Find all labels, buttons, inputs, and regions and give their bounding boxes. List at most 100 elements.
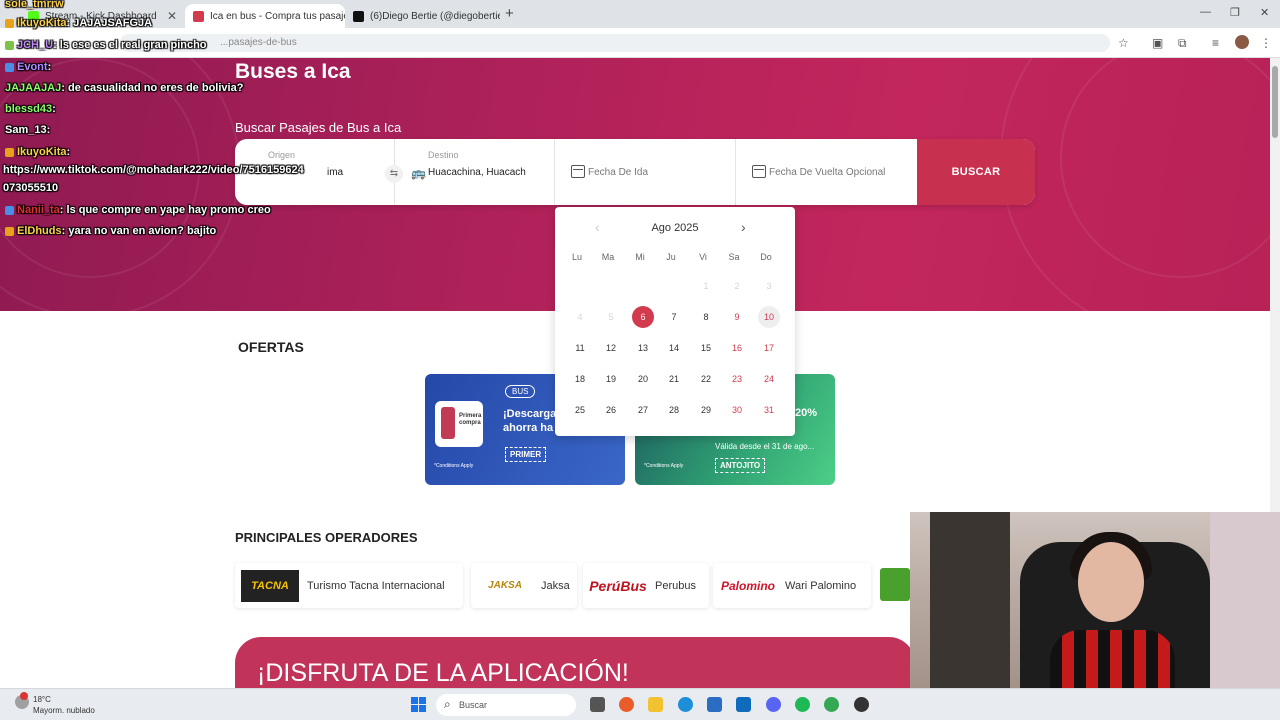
calendar-day[interactable]: 12 — [600, 337, 622, 359]
taskbar-search[interactable]: Buscar — [436, 694, 576, 716]
calendar-day[interactable]: 26 — [600, 399, 622, 421]
chat-line: blessd43: — [5, 103, 56, 115]
calendar-icon — [571, 165, 585, 178]
page-title: Buses a Ica — [235, 60, 351, 83]
perubus-logo: PerúBus — [589, 577, 647, 594]
calendar-month: Ago 2025 — [651, 222, 699, 234]
calendar-day[interactable]: 21 — [663, 368, 685, 390]
next-month-icon[interactable]: › — [741, 219, 746, 235]
return-date-field[interactable]: Fecha De Vuelta Opcional — [736, 139, 917, 205]
extensions-icon[interactable]: ⧉ — [1178, 36, 1187, 51]
avatar[interactable] — [1235, 35, 1249, 49]
promo-text: ¡Descarga ahorra ha — [503, 408, 557, 434]
calendar-day[interactable]: 24 — [758, 368, 780, 390]
promo-badge: BUS — [505, 385, 536, 398]
calendar-day: 1 — [703, 281, 709, 291]
window-close-icon[interactable]: ✕ — [1260, 6, 1269, 19]
calendar-day[interactable]: 8 — [695, 306, 717, 328]
discord-icon[interactable] — [766, 697, 781, 712]
start-icon[interactable] — [411, 697, 426, 712]
calendar-day[interactable]: 19 — [600, 368, 622, 390]
calendar-day[interactable]: 23 — [726, 368, 748, 390]
weekday-label: Vi — [699, 252, 707, 262]
edge-icon[interactable] — [678, 697, 693, 712]
weekday-label: Sa — [728, 252, 740, 262]
promo-code[interactable]: ANTOJITO — [715, 458, 766, 473]
operator-palomino[interactable]: Palomino Wari Palomino — [713, 563, 871, 608]
scrollbar-thumb[interactable] — [1272, 66, 1278, 138]
operators-heading: PRINCIPALES OPERADORES — [235, 530, 418, 545]
calendar-day[interactable]: 17 — [758, 337, 780, 359]
chat-line: IkuyoKita: JAJAJSAFGJA — [5, 17, 152, 29]
weather-widget[interactable]: 18°C Mayorm. nublado — [33, 694, 95, 716]
tab-tiktok[interactable]: (6)Diego Bertie (@diegobertie ✕ — [345, 4, 500, 28]
operator-logo-partial[interactable] — [880, 568, 910, 601]
calendar-day[interactable]: 18 — [569, 368, 591, 390]
close-icon[interactable]: ✕ — [167, 9, 177, 23]
calendar-day: 2 — [734, 281, 740, 291]
screen: Stream - Kick Dashboard ✕ Ica en bus - C… — [0, 0, 1280, 720]
notification-badge — [20, 692, 28, 700]
taskview-icon[interactable] — [590, 697, 605, 712]
departure-date-field[interactable]: Fecha De Ida — [555, 139, 736, 205]
search-form: Origen ima ⇆ Destino 🚌 Huacachina, Huaca… — [235, 139, 1035, 205]
store-icon[interactable] — [707, 697, 722, 712]
spotify-icon[interactable] — [795, 697, 810, 712]
chrome-icon[interactable] — [824, 697, 839, 712]
promo-code[interactable]: PRIMER — [505, 447, 547, 462]
calendar-day[interactable]: 14 — [663, 337, 685, 359]
star-icon[interactable]: ☆ — [1118, 36, 1129, 50]
tab-ica-bus[interactable]: Ica en bus - Compra tus pasaje ✕ — [185, 4, 345, 28]
screen-icon[interactable]: ▣ — [1152, 36, 1163, 50]
maximize-icon[interactable]: ❐ — [1230, 6, 1240, 19]
chat-line: 073055510 — [3, 182, 59, 194]
calendar-day[interactable]: 29 — [695, 399, 717, 421]
calendar-day[interactable]: 27 — [632, 399, 654, 421]
calendar-day[interactable]: 6 — [632, 306, 654, 328]
outlook-icon[interactable] — [736, 697, 751, 712]
minimize-icon[interactable]: — — [1200, 6, 1211, 18]
ofertas-heading: OFERTAS — [238, 339, 304, 355]
calendar-day[interactable]: 31 — [758, 399, 780, 421]
weekday-label: Ma — [601, 252, 615, 262]
weekday-label: Do — [760, 252, 772, 262]
new-tab-button[interactable]: + — [505, 5, 514, 22]
calendar-day[interactable]: 10 — [758, 306, 780, 328]
operator-tacna[interactable]: TACNA Turismo Tacna Internacional — [235, 563, 463, 608]
chat-line: IkuyoKita: — [5, 146, 70, 158]
calendar-day[interactable]: 13 — [632, 337, 654, 359]
site-icon — [193, 10, 204, 22]
calendar-day[interactable]: 28 — [663, 399, 685, 421]
bus-icon: 🚌 — [411, 166, 426, 180]
weekday-label: Ju — [666, 252, 676, 262]
weekday-label: Mi — [635, 252, 645, 262]
search-button[interactable]: BUSCAR — [917, 139, 1035, 205]
url-field[interactable]: ...pasajes-de-bus — [120, 34, 1110, 52]
chat-line: Sam_13: — [5, 124, 51, 136]
search-heading: Buscar Pasajes de Bus a Ica — [235, 120, 402, 135]
operator-jaksa[interactable]: JAKSA Jaksa — [471, 563, 577, 608]
obs-icon[interactable] — [854, 697, 869, 712]
chat-line: ElDhuds: yara no van en avion? bajito — [5, 225, 216, 237]
calendar-day: 3 — [766, 281, 772, 291]
calendar-day[interactable]: 25 — [569, 399, 591, 421]
calendar-day[interactable]: 7 — [663, 306, 685, 328]
tacna-logo: TACNA — [241, 569, 299, 602]
calendar-day[interactable]: 22 — [695, 368, 717, 390]
calendar-day[interactable]: 15 — [695, 337, 717, 359]
file-explorer-icon[interactable] — [648, 697, 663, 712]
calendar-day[interactable]: 30 — [726, 399, 748, 421]
calendar-day[interactable]: 20 — [632, 368, 654, 390]
copilot-icon[interactable] — [619, 697, 634, 712]
calendar-day[interactable]: 9 — [726, 306, 748, 328]
tiktok-icon — [353, 10, 364, 22]
destination-field[interactable]: Destino 🚌 Huacachina, Huacach — [395, 139, 555, 205]
calendar-day: 4 — [577, 312, 583, 322]
calendar-day[interactable]: 11 — [569, 337, 591, 359]
calendar-icon — [752, 165, 766, 178]
operator-perubus[interactable]: PerúBus Perubus — [583, 563, 709, 608]
menu-icon[interactable]: ⋮ — [1260, 36, 1272, 50]
media-icon[interactable]: ≡ — [1212, 36, 1219, 50]
calendar-day[interactable]: 16 — [726, 337, 748, 359]
palomino-logo: Palomino — [720, 578, 775, 593]
